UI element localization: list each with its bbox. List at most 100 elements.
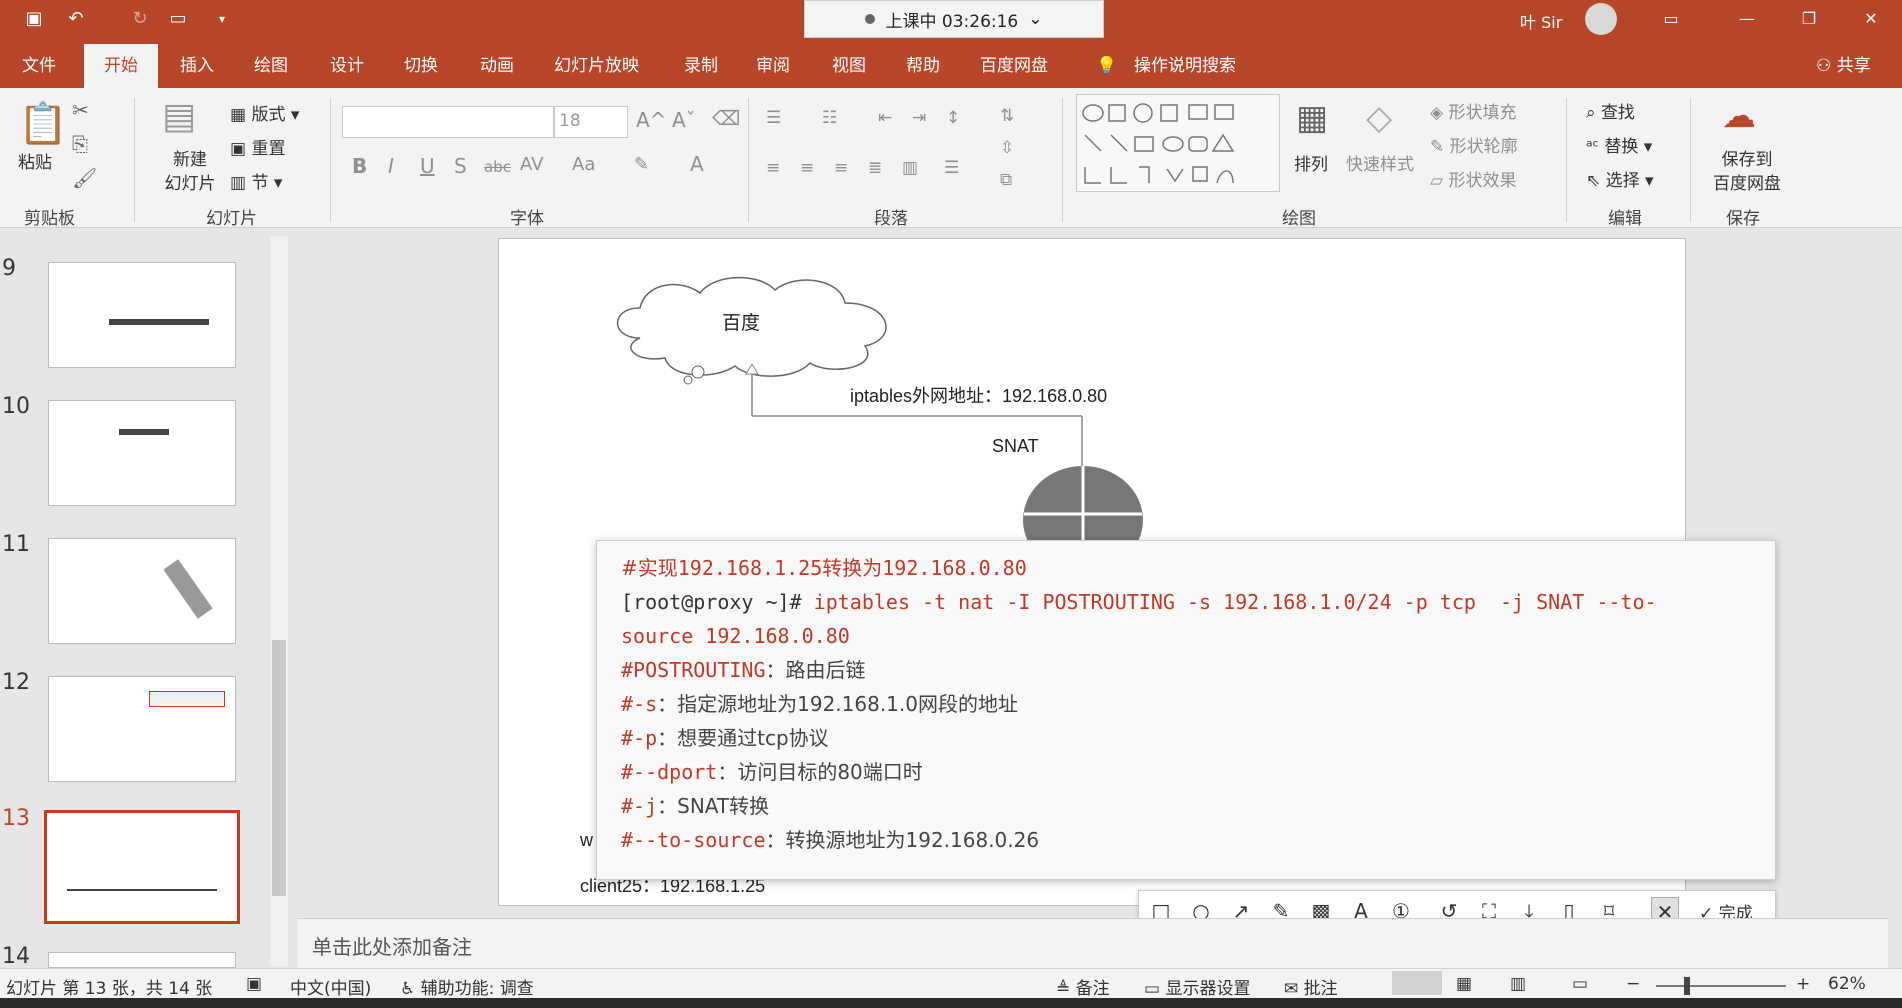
save-icon[interactable]: ▣ [22, 7, 46, 31]
align-right-icon[interactable]: ≡ [834, 158, 848, 178]
section-button[interactable]: ▥ 节 ▾ [230, 168, 282, 193]
tell-me-search[interactable]: 操作说明搜索 [1130, 38, 1240, 88]
replace-button[interactable]: ᵃᶜ 替换 ▾ [1586, 132, 1652, 157]
format-painter-icon[interactable]: 🖌 [72, 166, 97, 190]
clear-format-icon[interactable]: ⌫ [712, 106, 740, 130]
shapes-gallery[interactable] [1076, 94, 1280, 192]
redo-icon[interactable]: ↻ [128, 7, 152, 31]
quick-styles-label[interactable]: 快速样式 [1346, 150, 1414, 175]
zoom-in-icon[interactable]: + [1796, 974, 1810, 994]
undo-icon[interactable]: ↶ [64, 7, 88, 31]
align-left-icon[interactable]: ≡ [766, 158, 780, 178]
cut-icon[interactable]: ✂ [72, 98, 89, 122]
font-size-input[interactable]: 18 [554, 106, 628, 138]
zoom-slider[interactable] [1656, 985, 1786, 987]
notes-button[interactable]: ≜ 备注 [1056, 974, 1110, 999]
class-timer[interactable]: 上课中 03:26:16 ⌄ [804, 0, 1104, 38]
save-to-baidu-label[interactable]: 保存到 百度网盘 [1702, 148, 1792, 196]
paste-label[interactable]: 粘贴 [18, 148, 52, 173]
accessibility-button[interactable]: ♿ 辅助功能: 调查 [400, 974, 534, 999]
line-spacing-icon[interactable]: ↕ [946, 108, 960, 128]
slide-thumbnail-10[interactable] [48, 400, 236, 506]
char-spacing-icon[interactable]: AV [520, 154, 543, 175]
slide-sorter-icon[interactable]: ▦ [1456, 974, 1472, 994]
highlight-icon[interactable]: ✎ [634, 154, 649, 175]
comments-button[interactable]: ✉ 批注 [1284, 974, 1338, 999]
align-text-icon[interactable]: ⇳ [1000, 138, 1014, 158]
quick-styles-icon[interactable]: ◇ [1366, 98, 1392, 138]
menu-transitions[interactable]: 切换 [400, 38, 442, 88]
shape-effects-button[interactable]: ▱ 形状效果 [1430, 166, 1516, 191]
spellcheck-icon[interactable]: ▣ [246, 974, 262, 994]
shrink-font-icon[interactable]: Aˇ [672, 108, 696, 132]
reading-view-icon[interactable]: ▥ [1510, 974, 1526, 994]
normal-view-icon[interactable] [1392, 971, 1442, 995]
columns-icon[interactable]: ▥ [902, 158, 918, 178]
restore-icon[interactable]: ❐ [1794, 6, 1824, 32]
language-button[interactable]: 中文(中国) [290, 974, 371, 999]
shape-outline-button[interactable]: ✎ 形状轮廓 [1430, 132, 1518, 157]
italic-icon[interactable]: I [388, 154, 394, 178]
menu-file[interactable]: 文件 [18, 38, 60, 88]
layout-button[interactable]: ▦ 版式 ▾ [230, 100, 299, 125]
align-center-icon[interactable]: ≡ [800, 158, 814, 178]
menu-help[interactable]: 帮助 [902, 38, 944, 88]
numbering-icon[interactable]: ☷ [822, 108, 837, 128]
avatar[interactable] [1585, 3, 1617, 35]
bullets-icon[interactable]: ☰ [766, 108, 781, 128]
baidu-cloud-icon[interactable]: ☁ [1722, 96, 1756, 136]
menu-record[interactable]: 录制 [680, 38, 722, 88]
menu-insert[interactable]: 插入 [176, 38, 218, 88]
font-color-icon[interactable]: A [690, 152, 704, 176]
menu-draw[interactable]: 绘图 [250, 38, 292, 88]
slide-thumbnail-12[interactable] [48, 676, 236, 782]
customize-quick-access-icon[interactable]: ▾ [210, 7, 234, 31]
shape-fill-button[interactable]: ◈ 形状填充 [1430, 98, 1516, 123]
zoom-out-icon[interactable]: − [1626, 974, 1640, 994]
router-icon[interactable] [1022, 464, 1144, 544]
slideshow-icon[interactable]: ▭ [1572, 974, 1588, 994]
display-settings-button[interactable]: ▭ 显示器设置 [1144, 974, 1250, 999]
slide-thumbnail-9[interactable] [48, 262, 236, 368]
text-direction-icon[interactable]: ⇅ [1000, 106, 1014, 126]
new-slide-label[interactable]: 新建 幻灯片 [150, 148, 230, 196]
select-button[interactable]: ⇖ 选择 ▾ [1586, 166, 1654, 191]
arrange-icon[interactable]: ▦ [1296, 98, 1328, 138]
increase-indent-icon[interactable]: ⇥ [912, 108, 926, 128]
smartart-icon[interactable]: ⧉ [1000, 170, 1012, 190]
reset-button[interactable]: ▣ 重置 [230, 134, 285, 159]
menu-slideshow[interactable]: 幻灯片放映 [550, 38, 643, 88]
copy-icon[interactable]: ⎘ [72, 132, 88, 156]
zoom-level[interactable]: 62% [1828, 974, 1866, 994]
close-icon[interactable]: ✕ [1856, 6, 1886, 32]
slide-thumbnail-11[interactable] [48, 538, 236, 644]
underline-icon[interactable]: U [420, 154, 435, 178]
change-case-icon[interactable]: Aa [572, 154, 595, 175]
present-icon[interactable]: ▭ [166, 7, 190, 31]
code-snippet-overlay[interactable]: #实现192.168.1.25转换为192.168.0.80 [root@pro… [596, 540, 1776, 880]
grow-font-icon[interactable]: A^ [636, 108, 666, 132]
user-name[interactable]: 叶 Sir [1520, 9, 1562, 33]
slide-thumbnail-14[interactable] [48, 952, 236, 968]
justify-icon[interactable]: ≣ [868, 158, 882, 178]
arrange-label[interactable]: 排列 [1294, 150, 1328, 175]
decrease-indent-icon[interactable]: ⇤ [878, 108, 892, 128]
font-name-input[interactable] [342, 106, 554, 138]
menu-home[interactable]: 开始 [84, 38, 158, 88]
menu-view[interactable]: 视图 [828, 38, 870, 88]
bold-icon[interactable]: B [352, 154, 367, 178]
zoom-slider-thumb[interactable] [1684, 977, 1690, 995]
share-button[interactable]: ⚇ 共享 [1812, 38, 1875, 88]
minimize-icon[interactable]: — [1732, 6, 1762, 32]
scrollbar-thumb[interactable] [272, 640, 286, 896]
notes-pane[interactable]: 单击此处添加备注 [298, 918, 1888, 968]
menu-animations[interactable]: 动画 [476, 38, 518, 88]
menu-baidu[interactable]: 百度网盘 [976, 38, 1052, 88]
shadow-icon[interactable]: S [454, 154, 467, 178]
paste-icon[interactable]: 📋 [18, 100, 68, 147]
slide-thumbnail-13[interactable] [44, 810, 240, 924]
strikethrough-icon[interactable]: abc [484, 158, 511, 176]
menu-review[interactable]: 审阅 [752, 38, 794, 88]
ribbon-display-icon[interactable]: ▭ [1656, 6, 1686, 32]
paragraph-settings-icon[interactable]: ☰ [944, 158, 959, 178]
